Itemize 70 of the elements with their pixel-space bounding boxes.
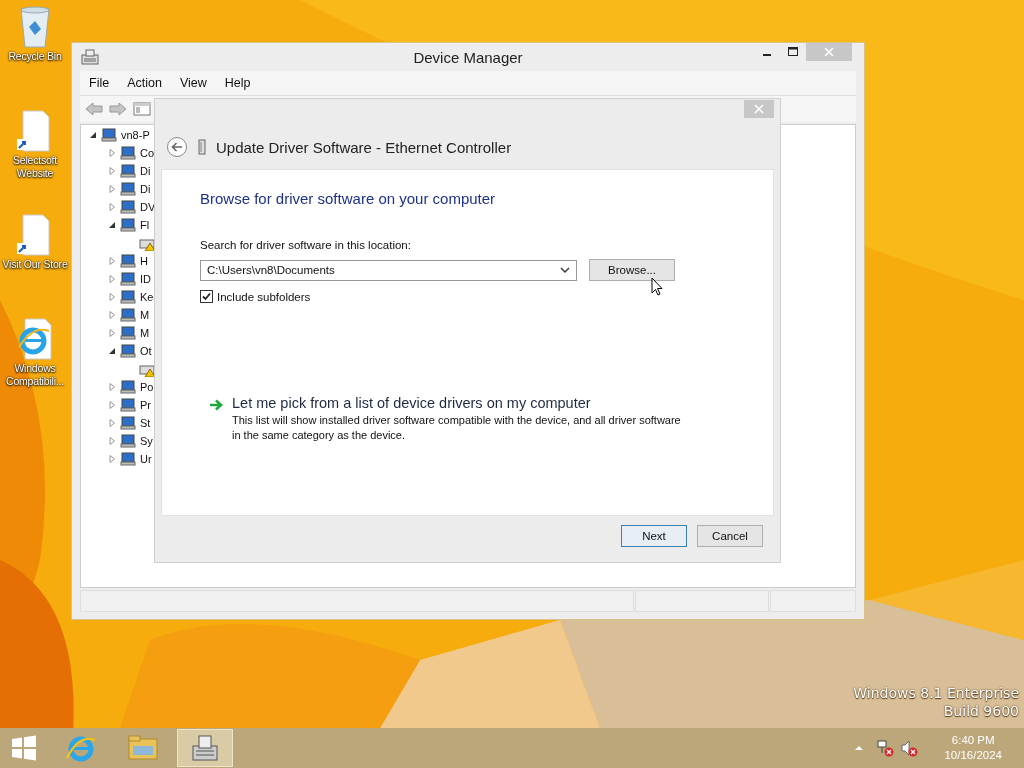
start-button[interactable] — [10, 734, 38, 762]
tree-item[interactable]: H — [140, 255, 148, 267]
console-tree-icon[interactable] — [132, 101, 152, 117]
include-subfolders-checkbox[interactable] — [200, 290, 213, 303]
device-icon[interactable] — [119, 397, 137, 413]
device-icon[interactable] — [100, 127, 118, 143]
show-hidden-icons-icon[interactable] — [854, 745, 865, 751]
browse-button[interactable]: Browse... — [589, 259, 675, 281]
option-link[interactable]: Let me pick from a list of device drivers on my computer — [232, 395, 692, 411]
dropdown-caret-icon[interactable] — [560, 267, 570, 273]
device-icon[interactable] — [119, 307, 137, 323]
next-button[interactable]: Next — [621, 525, 687, 547]
cancel-button[interactable]: Cancel — [697, 525, 763, 547]
tree-item[interactable]: M — [140, 309, 150, 321]
forward-icon[interactable] — [108, 101, 128, 117]
internet-explorer-icon[interactable] — [15, 316, 55, 362]
network-error-icon[interactable] — [876, 739, 895, 757]
network-adapter-icon — [198, 139, 206, 155]
tree-item[interactable]: Fl — [140, 219, 150, 231]
tree-item[interactable]: ID — [140, 273, 151, 285]
field-label: Search for driver software in this location: — [200, 239, 412, 251]
device-icon[interactable] — [119, 271, 137, 287]
device-icon[interactable] — [119, 433, 137, 449]
arrow-icon[interactable] — [208, 398, 224, 412]
device-icon[interactable] — [119, 163, 137, 179]
tree-item[interactable]: vn8-P — [121, 129, 150, 141]
tree-item[interactable]: Po — [140, 381, 154, 393]
window-title: Device Manager — [413, 49, 523, 66]
edition-watermark: Build 9600 — [943, 702, 1019, 720]
device-icon[interactable] — [119, 181, 137, 197]
menu-item[interactable]: View — [170, 76, 216, 90]
device-icon[interactable] — [119, 451, 137, 467]
expander-icon[interactable] — [108, 347, 116, 355]
device-icon[interactable] — [119, 415, 137, 431]
device-icon[interactable] — [119, 199, 137, 215]
speaker-muted-icon[interactable] — [900, 739, 919, 757]
tree-item[interactable]: Ur — [140, 453, 152, 465]
tree-item[interactable]: Pr — [140, 399, 151, 411]
tree-item[interactable]: St — [140, 417, 151, 429]
checkbox-label[interactable]: Include subfolders — [217, 290, 311, 303]
tree-item[interactable]: Di — [140, 165, 151, 177]
device-icon[interactable] — [119, 343, 137, 359]
tree-item[interactable]: Ot — [140, 345, 152, 357]
taskbar-app-button[interactable] — [177, 729, 233, 767]
menu-item[interactable]: Help — [215, 76, 260, 90]
menu-item[interactable]: Action — [118, 76, 171, 90]
expander-icon[interactable] — [89, 131, 97, 139]
menu-item[interactable]: File — [80, 76, 119, 90]
device-icon[interactable] — [119, 217, 137, 233]
device-icon[interactable] — [119, 253, 137, 269]
tree-item[interactable]: M — [140, 327, 150, 339]
edition-watermark: Windows 8.1 Enterprise — [853, 684, 1019, 702]
device-icon[interactable] — [119, 289, 137, 305]
tree-item[interactable]: Sy — [140, 435, 153, 447]
option-description: This list will show installed driver software compatible with the device, and all driver software in the same category as the device. — [232, 413, 682, 443]
tree-item[interactable]: Di — [140, 183, 151, 195]
dialog-title: Update Driver Software - Ethernet Controller — [216, 138, 512, 156]
device-icon[interactable] — [119, 145, 137, 161]
device-manager-icon — [81, 49, 99, 65]
device-manager-icon — [189, 732, 221, 764]
back-icon[interactable] — [84, 101, 104, 117]
tree-item[interactable]: Co — [140, 147, 155, 159]
device-icon[interactable] — [119, 379, 137, 395]
dialog-heading: Browse for driver software on your computer — [200, 190, 497, 207]
mouse-cursor-icon — [651, 277, 663, 296]
path-combo-box[interactable]: C:\Users\vn8\Documents — [200, 259, 577, 281]
tree-item[interactable]: Ke — [140, 291, 154, 303]
expander-icon[interactable] — [108, 221, 116, 229]
device-icon[interactable] — [119, 325, 137, 341]
back-button[interactable] — [166, 136, 188, 158]
